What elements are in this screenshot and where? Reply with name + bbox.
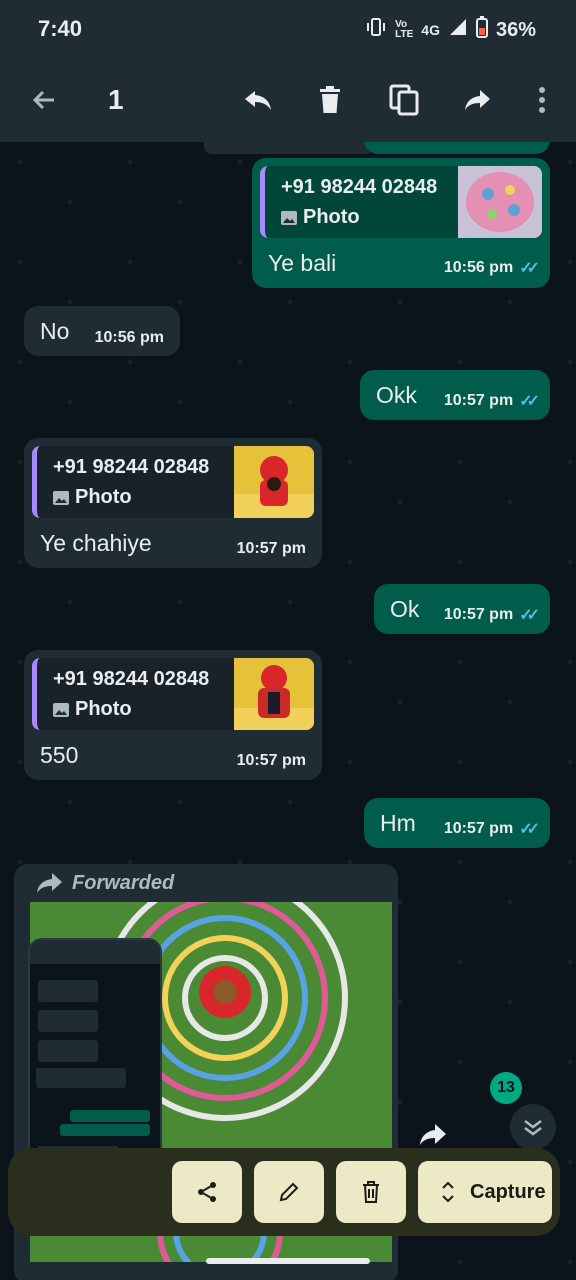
delete-icon[interactable] [310, 80, 350, 120]
photo-icon [281, 210, 297, 225]
quoted-sender: +91 98244 02848 [53, 668, 210, 690]
trash-icon [363, 1181, 379, 1203]
message-bubble[interactable]: +91 98244 02848 Photo Ye bali 10:56 pm ✓✓ [252, 158, 550, 288]
message-text: No [40, 318, 70, 344]
message-time: 10:57 pm ✓✓ [443, 820, 540, 838]
screenshot-actions-bar: Capture [8, 1148, 560, 1236]
quoted-message[interactable]: +91 98244 02848 Photo [32, 658, 314, 730]
quoted-photo-thumbnail [458, 166, 542, 238]
forward-media-icon[interactable] [418, 1122, 448, 1151]
date-divider [204, 142, 374, 154]
read-ticks-icon: ✓✓ [519, 260, 540, 277]
message-text: 550 [40, 742, 79, 768]
message-time: 10:57 pm [236, 540, 306, 557]
back-arrow-icon[interactable] [24, 80, 64, 120]
volte-icon: Vo LTE [395, 19, 414, 40]
pencil-icon [279, 1182, 299, 1202]
quoted-type: Photo [53, 698, 132, 721]
vibrate-icon [365, 17, 387, 43]
read-ticks-icon: ✓✓ [519, 821, 540, 838]
forwarded-icon [36, 872, 64, 899]
gesture-navigation-bar[interactable] [206, 1258, 370, 1264]
status-bar: 7:40 Vo LTE 4G 36% [0, 0, 576, 56]
message-text: Ok [390, 596, 420, 622]
message-text: Okk [376, 382, 417, 408]
copy-icon[interactable] [384, 80, 424, 120]
message-time: 10:56 pm [94, 329, 164, 346]
message-bubble-partial[interactable] [364, 142, 550, 154]
reply-icon[interactable] [238, 80, 278, 120]
scroll-to-bottom-button[interactable] [510, 1104, 556, 1150]
photo-icon [53, 490, 69, 505]
message-bubble[interactable]: Ok 10:57 pm ✓✓ [374, 584, 550, 634]
capture-label: Capture [470, 1180, 546, 1203]
forwarded-label: Forwarded [72, 872, 175, 894]
quoted-type: Photo [53, 486, 132, 509]
expand-vertical-icon [442, 1181, 454, 1203]
delete-screenshot-button[interactable] [336, 1161, 406, 1223]
photo-icon [53, 702, 69, 717]
message-time: 10:57 pm [236, 752, 306, 769]
unread-count-badge[interactable]: 13 [490, 1072, 522, 1104]
quoted-type-label: Photo [75, 698, 132, 720]
quoted-sender: +91 98244 02848 [53, 456, 210, 478]
selected-count: 1 [108, 84, 124, 115]
quoted-type-label: Photo [303, 206, 360, 228]
quoted-sender: +91 98244 02848 [281, 176, 438, 198]
message-bubble[interactable]: No 10:56 pm [24, 306, 180, 356]
message-text: Ye bali [268, 250, 337, 276]
read-ticks-icon: ✓✓ [519, 607, 540, 624]
chevron-double-down-icon [524, 1120, 542, 1136]
more-options-icon[interactable] [522, 80, 562, 120]
status-time: 7:40 [38, 16, 83, 41]
battery-icon [475, 16, 488, 44]
message-time: 10:56 pm ✓✓ [443, 259, 540, 277]
capture-more-button[interactable]: Capture [418, 1161, 552, 1223]
message-bubble[interactable]: Hm 10:57 pm ✓✓ [364, 798, 550, 848]
selection-toolbar: 1 [0, 56, 576, 142]
message-bubble[interactable]: Okk 10:57 pm ✓✓ [360, 370, 550, 420]
quoted-type: Photo [281, 206, 360, 229]
message-bubble[interactable]: +91 98244 02848 Photo 550 10:57 pm [24, 650, 322, 780]
share-button[interactable] [172, 1161, 242, 1223]
quoted-photo-thumbnail [234, 658, 314, 730]
quoted-photo-thumbnail [234, 446, 314, 518]
status-icons: Vo LTE 4G 36% [365, 16, 536, 44]
message-text: Ye chahiye [40, 530, 152, 556]
message-time: 10:57 pm ✓✓ [443, 606, 540, 624]
quoted-type-label: Photo [75, 486, 132, 508]
message-time: 10:57 pm ✓✓ [443, 392, 540, 410]
battery-percent: 36% [495, 18, 536, 41]
quoted-message[interactable]: +91 98244 02848 Photo [260, 166, 542, 238]
signal-icon [448, 17, 468, 43]
quoted-message[interactable]: +91 98244 02848 Photo [32, 446, 314, 518]
message-text: Hm [380, 810, 416, 836]
forward-icon[interactable] [458, 80, 498, 120]
network-type: 4G [421, 22, 440, 38]
edit-button[interactable] [254, 1161, 324, 1223]
share-icon [198, 1182, 216, 1202]
read-ticks-icon: ✓✓ [519, 393, 540, 410]
message-bubble[interactable]: +91 98244 02848 Photo Ye chahiye 10:57 p… [24, 438, 322, 568]
